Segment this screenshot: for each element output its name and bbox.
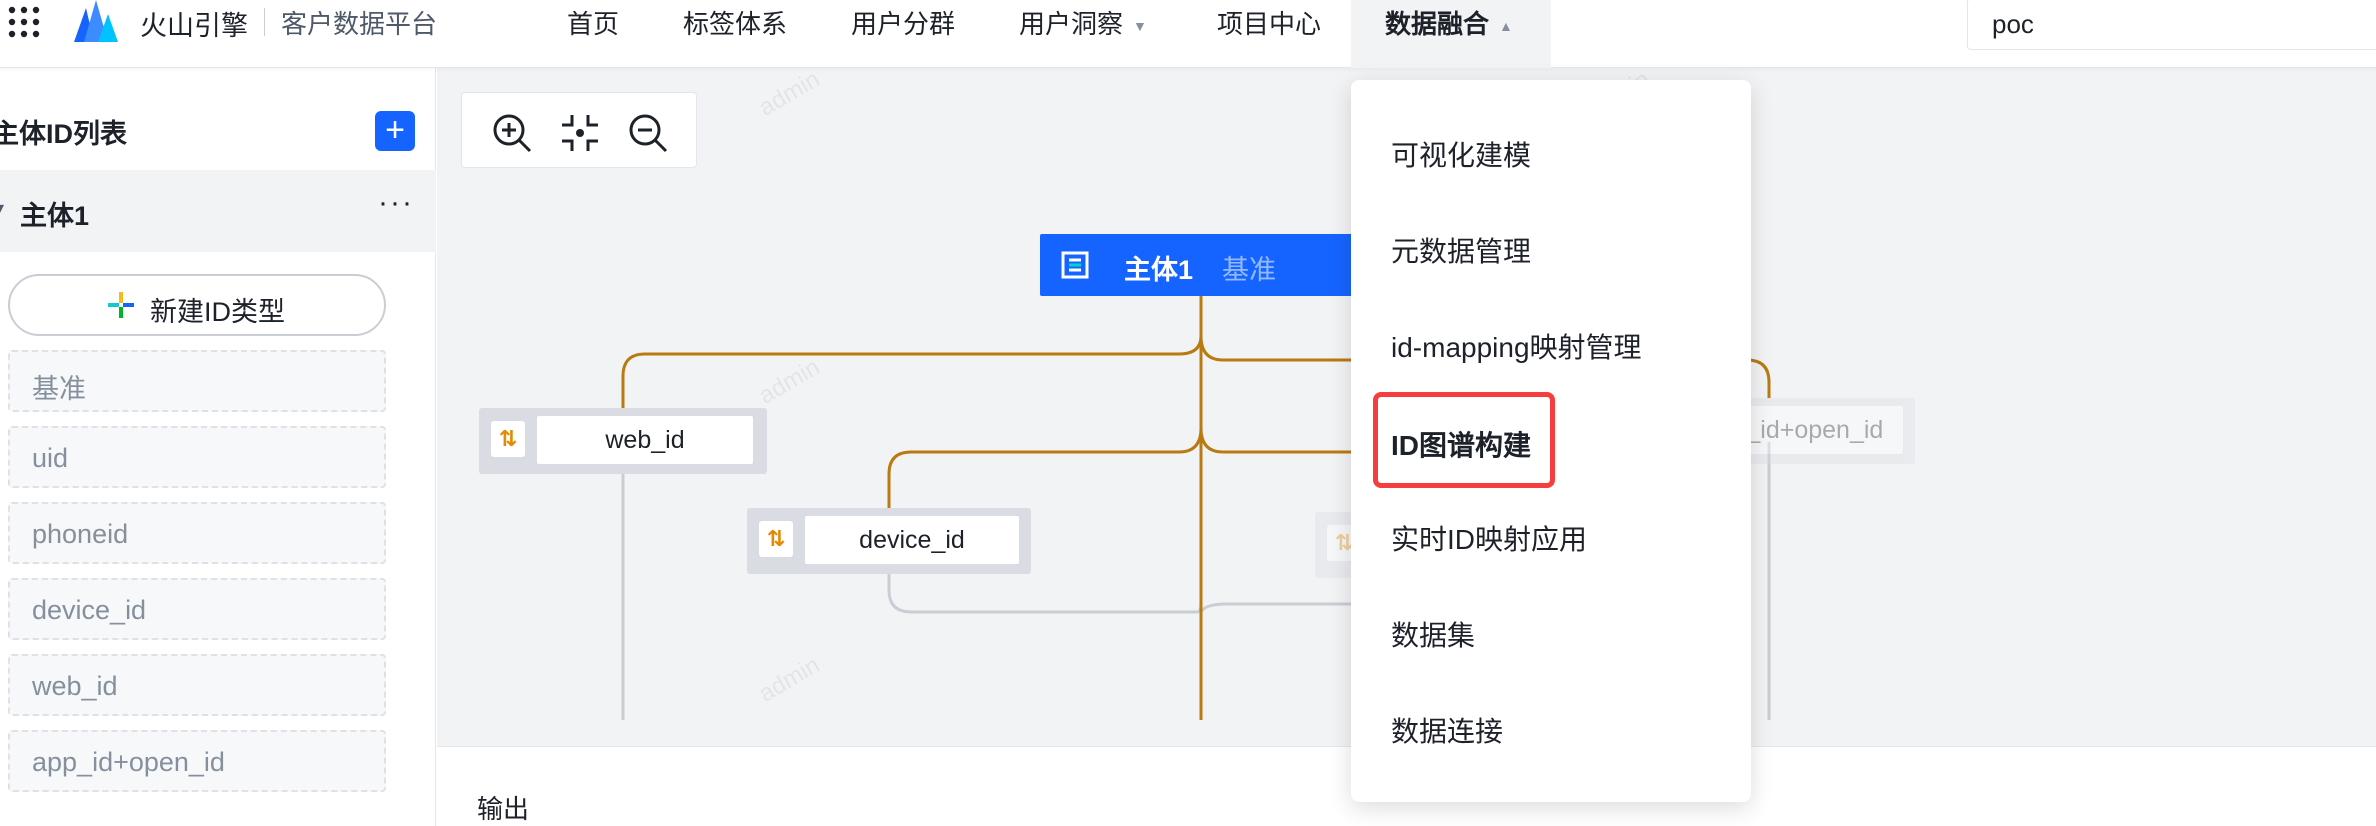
more-options-icon[interactable]: ··· bbox=[378, 186, 414, 220]
chevron-up-icon: ▲ bbox=[1499, 18, 1513, 35]
menu-item-metadata-management[interactable]: 元数据管理 bbox=[1391, 230, 1531, 270]
entity-group-header[interactable]: ▾ 主体1 ··· bbox=[0, 170, 436, 252]
root-entity-label: 主体1 bbox=[1124, 255, 1194, 285]
node-label: device_id bbox=[805, 516, 1019, 564]
nav-label: 用户分群 bbox=[851, 9, 956, 39]
platform-name: 客户数据平台 bbox=[281, 9, 438, 39]
root-entity-node[interactable]: 主体1 基准 bbox=[1040, 234, 1356, 296]
brand-name: 火山引擎 bbox=[140, 11, 248, 41]
top-navigation-bar: 火山引擎 客户数据平台 首页 标签体系 用户分群 用户洞察 ▼ 项目中心 数据融合… bbox=[0, 0, 2376, 68]
nav-item-project-center[interactable]: 项目中心 bbox=[1217, 4, 1321, 41]
new-id-type-button[interactable]: 新建ID类型 bbox=[8, 274, 386, 336]
nav-item-home[interactable]: 首页 bbox=[567, 4, 619, 41]
menu-item-id-graph-building[interactable]: ID图谱构建 bbox=[1391, 424, 1531, 464]
nav-label: 项目中心 bbox=[1217, 9, 1322, 39]
colorful-plus-icon bbox=[108, 292, 134, 318]
nav-item-data-fusion[interactable]: 数据融合 ▲ bbox=[1385, 4, 1513, 41]
id-type-item[interactable]: phoneid bbox=[8, 502, 386, 564]
data-fusion-dropdown-menu: 可视化建模 元数据管理 id-mapping映射管理 ID图谱构建 实时ID映射… bbox=[1351, 80, 1751, 802]
add-entity-button[interactable]: + bbox=[375, 111, 415, 151]
graph-node-device-id[interactable]: ⇅ device_id bbox=[747, 508, 1031, 574]
nav-item-user-segment[interactable]: 用户分群 bbox=[851, 4, 955, 41]
swap-icon: ⇅ bbox=[759, 521, 793, 557]
app-grid-icon[interactable] bbox=[6, 4, 42, 40]
nav-label: 标签体系 bbox=[683, 9, 788, 39]
entity-group-name: 主体1 bbox=[20, 201, 90, 231]
nav-label: 首页 bbox=[567, 9, 620, 39]
sidebar-title: 主体ID列表 bbox=[0, 119, 127, 149]
swap-icon: ⇅ bbox=[491, 421, 525, 457]
root-entity-tag: 基准 bbox=[1222, 255, 1276, 285]
new-id-type-label: 新建ID类型 bbox=[150, 297, 285, 327]
output-title: 输出 bbox=[477, 794, 530, 824]
id-type-item[interactable]: 基准 bbox=[8, 350, 386, 412]
nav-item-tag-system[interactable]: 标签体系 bbox=[683, 4, 787, 41]
entity-icon bbox=[1061, 251, 1089, 279]
nav-label: 数据融合 bbox=[1385, 9, 1490, 39]
graph-node-web-id[interactable]: ⇅ web_id bbox=[479, 408, 767, 474]
node-label: web_id bbox=[537, 416, 753, 464]
id-list-sidebar: 主体ID列表 + ▾ 主体1 ··· 新建ID类型 基准 uid phoneid… bbox=[0, 68, 436, 826]
id-type-item[interactable]: web_id bbox=[8, 654, 386, 716]
brand-divider bbox=[264, 8, 265, 36]
id-type-item[interactable]: uid bbox=[8, 426, 386, 488]
chevron-down-icon: ▼ bbox=[1133, 18, 1147, 35]
menu-item-data-connection[interactable]: 数据连接 bbox=[1391, 710, 1503, 750]
menu-item-visual-modeling[interactable]: 可视化建模 bbox=[1391, 134, 1531, 174]
menu-item-id-mapping-management[interactable]: id-mapping映射管理 bbox=[1391, 326, 1642, 366]
nav-item-user-insight[interactable]: 用户洞察 ▼ bbox=[1019, 4, 1147, 41]
volcengine-logo-icon bbox=[74, 0, 118, 42]
chevron-down-icon: ▾ bbox=[0, 200, 5, 217]
id-type-item[interactable]: app_id+open_id bbox=[8, 730, 386, 792]
id-type-item[interactable]: device_id bbox=[8, 578, 386, 640]
menu-item-dataset[interactable]: 数据集 bbox=[1391, 614, 1475, 654]
nav-label: 用户洞察 bbox=[1019, 9, 1124, 39]
menu-item-realtime-id-mapping[interactable]: 实时ID映射应用 bbox=[1391, 518, 1587, 558]
search-input[interactable]: poc bbox=[1967, 0, 2376, 50]
